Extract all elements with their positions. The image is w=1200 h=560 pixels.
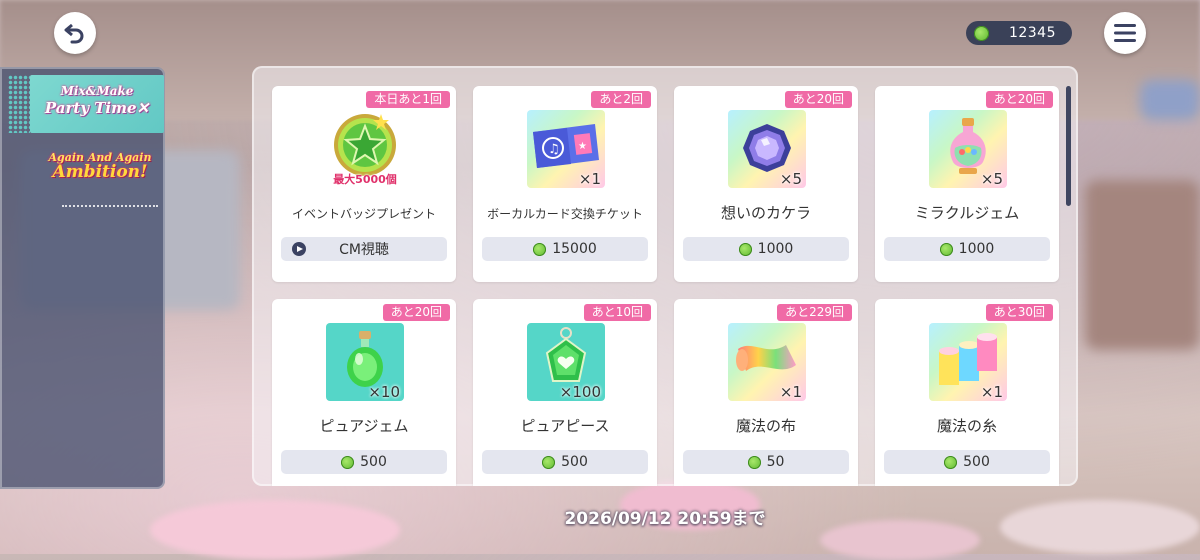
item-quantity: ×1 bbox=[779, 383, 802, 401]
exchange-button[interactable]: 50 bbox=[683, 450, 849, 474]
item-name: 魔法の布 bbox=[735, 417, 796, 435]
remaining-badge: あと229回 bbox=[777, 304, 852, 321]
sidebar-tab-ambition[interactable]: Again And Again Ambition! bbox=[45, 151, 155, 193]
exchange-button[interactable]: 500 bbox=[884, 450, 1050, 474]
exchange-item-card[interactable]: 本日あと1回 最大5000個 イベントバッジプレゼント CM視聴 bbox=[272, 86, 456, 282]
exchange-panel: 本日あと1回 最大5000個 イベントバッジプレゼント CM視聴 あと2回 ♫ … bbox=[252, 66, 1078, 486]
item-name: ミラクルジェム bbox=[914, 204, 1020, 222]
green-gem-coin-icon bbox=[747, 455, 761, 469]
item-price: 500 bbox=[963, 454, 990, 470]
exchange-item-card[interactable]: あと229回 ×1 魔法の布 50 bbox=[674, 299, 858, 486]
green-gem-coin-icon bbox=[533, 242, 547, 256]
item-quantity: ×1 bbox=[980, 383, 1003, 401]
sidebar-divider bbox=[62, 205, 158, 207]
item-quantity: ×100 bbox=[559, 383, 601, 401]
item-grid: 本日あと1回 最大5000個 イベントバッジプレゼント CM視聴 あと2回 ♫ … bbox=[272, 86, 1059, 486]
item-price: 500 bbox=[360, 454, 387, 470]
item-name: 想いのカケラ bbox=[720, 204, 811, 222]
item-quantity: ×10 bbox=[368, 383, 400, 401]
back-button[interactable] bbox=[54, 12, 96, 54]
remaining-badge: あと20回 bbox=[784, 91, 852, 108]
green-gem-coin-icon bbox=[974, 25, 989, 41]
exchange-button[interactable]: 500 bbox=[482, 450, 648, 474]
item-quantity: ×5 bbox=[980, 170, 1003, 188]
item-icon-box: ×5 bbox=[929, 110, 1007, 188]
green-gem-coin-icon bbox=[341, 455, 355, 469]
item-icon-box: ×1 bbox=[929, 323, 1007, 401]
exchange-button[interactable]: 1000 bbox=[683, 237, 849, 261]
exchange-button[interactable]: 1000 bbox=[884, 237, 1050, 261]
action-label: CM視聴 bbox=[339, 242, 389, 258]
item-price: 500 bbox=[561, 454, 588, 470]
item-icon-box: ×100 bbox=[527, 323, 605, 401]
item-icon-box: ×1 bbox=[728, 323, 806, 401]
watch-cm-button[interactable]: CM視聴 bbox=[281, 237, 447, 261]
ambition-logo: Again And Again Ambition! bbox=[48, 151, 152, 182]
svg-text:★: ★ bbox=[578, 141, 587, 152]
hamburger-menu-icon bbox=[1114, 24, 1136, 42]
item-name: 魔法の糸 bbox=[936, 417, 997, 435]
menu-button[interactable] bbox=[1104, 12, 1146, 54]
remaining-badge: あと20回 bbox=[985, 91, 1053, 108]
currency-amount: 12345 bbox=[1008, 25, 1056, 41]
item-price: 1000 bbox=[757, 241, 794, 257]
remaining-badge: 本日あと1回 bbox=[366, 91, 450, 108]
exchange-item-card[interactable]: あと10回 ×100 ピュアピース 500 bbox=[473, 299, 657, 486]
item-quantity: ×5 bbox=[779, 170, 802, 188]
item-price: 50 bbox=[766, 454, 785, 470]
item-price: 15000 bbox=[552, 241, 597, 257]
panel-scrollbar[interactable] bbox=[1066, 86, 1071, 206]
item-name: ボーカルカード交換チケット bbox=[487, 207, 643, 221]
item-icon-box: 最大5000個 bbox=[326, 110, 404, 188]
mix-make-party-time-logo: Mix&Make Party Time✕ bbox=[44, 84, 150, 117]
remaining-badge: あと10回 bbox=[583, 304, 651, 321]
remaining-badge: あと20回 bbox=[382, 304, 450, 321]
currency-display: 12345 bbox=[966, 21, 1072, 45]
item-icon-box: ×5 bbox=[728, 110, 806, 188]
play-icon bbox=[292, 242, 306, 256]
exchange-item-card[interactable]: あと20回 ×5 想いのカケラ 1000 bbox=[674, 86, 858, 282]
remaining-badge: あと30回 bbox=[985, 304, 1053, 321]
sidebar-tab-mix-make-party-time[interactable]: Mix&Make Party Time✕ bbox=[8, 75, 164, 133]
exchange-button[interactable]: 15000 bbox=[482, 237, 648, 261]
green-gem-coin-icon bbox=[944, 455, 958, 469]
item-price: 1000 bbox=[958, 241, 995, 257]
svg-text:♫: ♫ bbox=[548, 142, 560, 157]
green-gem-coin-icon bbox=[738, 242, 752, 256]
exchange-item-card[interactable]: あと20回 ×10 ピュアジェム 500 bbox=[272, 299, 456, 486]
exchange-item-card[interactable]: あと30回 ×1 魔法の糸 500 bbox=[875, 299, 1059, 486]
exchange-item-card[interactable]: あと2回 ♫ ★ ×1 ボーカルカード交換チケット 15000 bbox=[473, 86, 657, 282]
exchange-button[interactable]: 500 bbox=[281, 450, 447, 474]
item-name: ピュアピース bbox=[520, 417, 610, 435]
deadline-text: 2026/09/12 20:59まで bbox=[564, 509, 766, 529]
item-quantity: ×1 bbox=[578, 170, 601, 188]
remaining-badge: あと2回 bbox=[591, 91, 651, 108]
item-icon-box: ♫ ★ ×1 bbox=[527, 110, 605, 188]
green-gem-coin-icon bbox=[939, 242, 953, 256]
event-sidebar: Mix&Make Party Time✕ Again And Again Amb… bbox=[0, 67, 165, 489]
icon-caption: 最大5000個 bbox=[333, 173, 397, 186]
item-name: イベントバッジプレゼント bbox=[291, 207, 436, 221]
back-arrow-icon bbox=[64, 23, 84, 44]
exchange-item-card[interactable]: あと20回 ×5 ミラクルジェム 1000 bbox=[875, 86, 1059, 282]
item-icon-box: ×10 bbox=[326, 323, 404, 401]
item-name: ピュアジェム bbox=[319, 417, 409, 435]
green-gem-coin-icon bbox=[542, 455, 556, 469]
